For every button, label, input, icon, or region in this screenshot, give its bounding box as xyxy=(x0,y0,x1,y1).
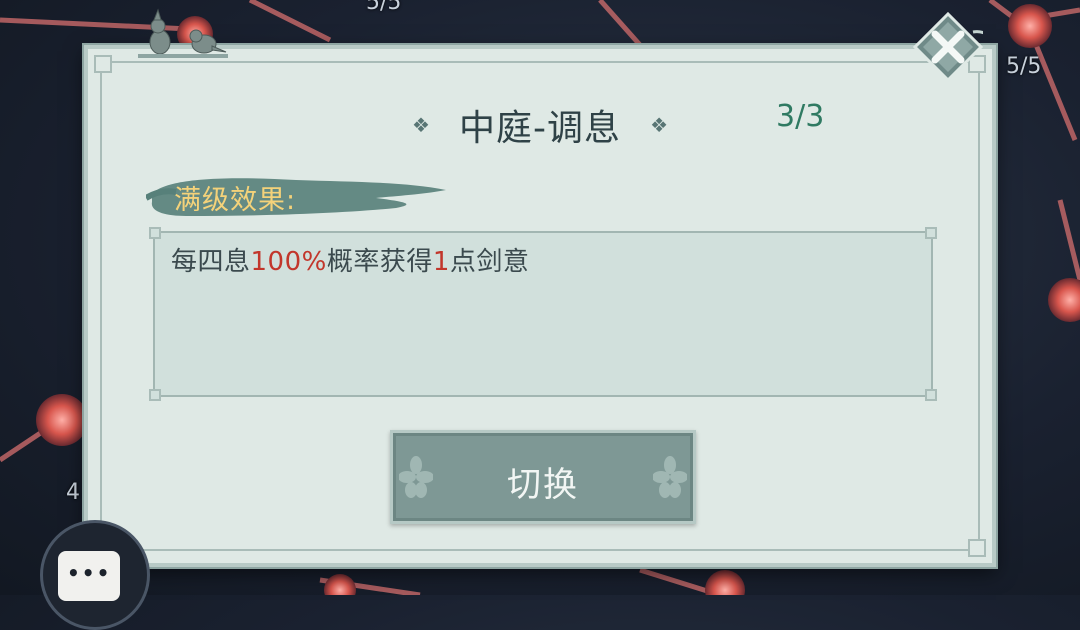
frame-corner xyxy=(94,55,112,73)
close-icon[interactable] xyxy=(913,12,983,82)
effect-text-prefix: 每四息 xyxy=(171,247,251,277)
frame-corner xyxy=(968,539,986,557)
chat-dots-icon: ••• xyxy=(67,561,112,585)
flower-ornament-icon xyxy=(653,456,687,498)
box-corner xyxy=(925,389,937,401)
effect-text-middle: 概率获得 xyxy=(326,247,433,277)
effect-amount-value: 1 xyxy=(432,247,450,277)
box-corner xyxy=(149,227,161,239)
box-corner xyxy=(925,227,937,239)
background-node-count: 4 xyxy=(66,480,80,505)
section-label-text: 满级效果: xyxy=(174,185,297,216)
birds-ornament xyxy=(138,8,228,58)
effect-description-box: 每四息100%概率获得1点剑意 xyxy=(149,227,937,401)
switch-button-label: 切换 xyxy=(507,465,579,505)
dialog-title: 中庭-调息 xyxy=(459,108,621,149)
diamond-ornament-icon: ❖ xyxy=(650,113,669,137)
effect-description: 每四息100%概率获得1点剑意 xyxy=(171,241,529,278)
section-label-max-effect: 满级效果: xyxy=(146,172,452,222)
chat-bubble-icon[interactable]: ••• xyxy=(40,520,150,630)
background-node-count: 5/5 xyxy=(366,0,402,15)
box-corner xyxy=(149,389,161,401)
level-count: 3/3 xyxy=(776,99,825,134)
diamond-ornament-icon: ❖ xyxy=(411,113,430,137)
dialog-title-row: ❖ 中庭-调息 ❖ xyxy=(88,99,992,151)
effect-text-suffix: 点剑意 xyxy=(449,247,530,277)
switch-button[interactable]: 切换 xyxy=(390,430,696,524)
effect-percent-value: 100% xyxy=(250,247,327,277)
background-node-count: 5/5 xyxy=(1006,54,1042,79)
skill-detail-dialog: ❖ 中庭-调息 ❖ 3/3 满级效果: 每四息100%概率获得1点剑意 切换 xyxy=(84,45,996,567)
